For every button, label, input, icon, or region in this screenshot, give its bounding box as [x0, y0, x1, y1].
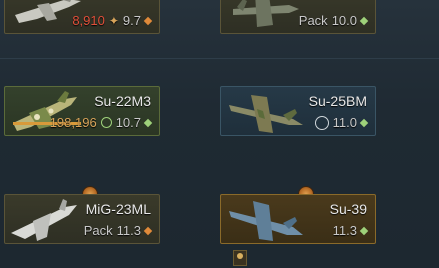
- vehicle-card-su-39[interactable]: Su-39 11.3: [220, 194, 376, 244]
- eagle-icon: ✦: [108, 13, 119, 28]
- rp-value: 198,196: [49, 115, 97, 130]
- vehicle-card-su-25bm[interactable]: Su-25BM 11.0: [220, 86, 376, 136]
- rank-label: Pack: [298, 13, 328, 28]
- rp-value: 8,910: [72, 13, 105, 28]
- battle-rating: 10.7: [115, 115, 141, 130]
- diamond-icon: [359, 118, 369, 127]
- vehicle-name: Su-39: [329, 201, 367, 217]
- diamond-icon: [143, 16, 153, 25]
- premium-g-icon: [314, 115, 329, 130]
- battle-rating: 10.0: [331, 13, 357, 28]
- vehicle-card-su-22m3[interactable]: Su-22M3 198,196 10.7: [4, 86, 160, 136]
- vehicle-card-mig-23ml[interactable]: MiG-23ML Pack 11.3: [4, 194, 160, 244]
- vehicle-info-line: 11.0: [314, 115, 369, 130]
- battle-rating: 9.7: [122, 13, 141, 28]
- rp-icon: [100, 117, 112, 128]
- vehicle-info-line: Pack 10.0: [298, 13, 369, 28]
- battle-rating: 11.0: [332, 115, 357, 130]
- plane-image: [229, 95, 303, 133]
- plane-image: [233, 0, 299, 27]
- vehicle-info-line: 8,910 ✦ 9.7: [72, 13, 153, 28]
- vehicle-card-top-left[interactable]: 8,910 ✦ 9.7: [4, 0, 160, 34]
- vehicle-name: Su-22M3: [94, 93, 151, 109]
- plane-image: [229, 201, 303, 241]
- vehicle-info-line: Pack 11.3: [83, 223, 153, 238]
- diamond-icon: [143, 226, 153, 235]
- vehicle-name: MiG-23ML: [85, 201, 151, 217]
- battle-rating: 11.3: [332, 223, 357, 238]
- vehicle-name: Su-25BM: [308, 93, 367, 109]
- diamond-icon: [359, 226, 369, 235]
- vehicle-info-line: 198,196 10.7: [49, 115, 153, 130]
- battle-rating: 11.3: [116, 223, 141, 238]
- plane-image: [11, 199, 77, 241]
- rank-label: Pack: [83, 223, 113, 238]
- row-divider: [0, 58, 439, 59]
- diamond-icon: [359, 16, 369, 25]
- crew-icon[interactable]: [233, 250, 247, 266]
- vehicle-card-top-right[interactable]: Pack 10.0: [220, 0, 376, 34]
- vehicle-info-line: 11.3: [332, 223, 369, 238]
- diamond-icon: [143, 118, 153, 127]
